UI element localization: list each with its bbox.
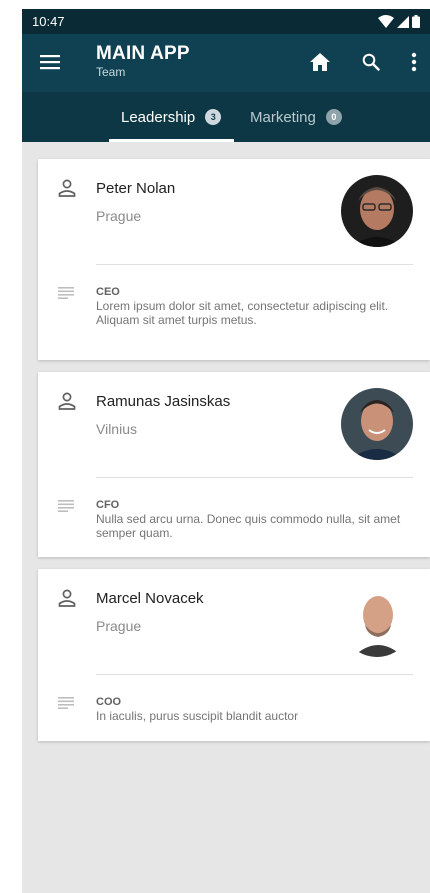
app-subtitle: Team: [96, 65, 126, 79]
app-bar: MAIN APP Team: [22, 34, 430, 92]
avatar: [341, 388, 413, 460]
person-name: Marcel Novacek: [96, 590, 204, 607]
wifi-icon: [378, 15, 394, 28]
person-card[interactable]: Peter Nolan Prague CEO Lorem ipsum dolor…: [38, 159, 430, 360]
card-divider: [96, 477, 413, 478]
person-role: CFO: [96, 499, 120, 511]
device-screen: 10:47 MAIN APP Team Leadership 3 Marketi…: [22, 9, 430, 893]
person-icon: [58, 179, 76, 197]
avatar: [341, 175, 413, 247]
tab-leadership[interactable]: Leadership 3: [121, 92, 222, 142]
more-options-button[interactable]: [408, 50, 420, 74]
tab-indicator: [109, 139, 234, 142]
person-icon: [58, 589, 76, 607]
person-description: Nulla sed arcu urna. Donec quis commodo …: [96, 512, 401, 540]
status-time: 10:47: [32, 14, 65, 29]
person-card[interactable]: Marcel Novacek Prague COO In iaculis, pu…: [38, 569, 430, 741]
person-icon: [58, 392, 76, 410]
search-button[interactable]: [359, 50, 383, 74]
home-button[interactable]: [308, 50, 332, 74]
signal-icon: [397, 15, 409, 28]
battery-icon: [412, 15, 420, 28]
search-icon: [362, 53, 380, 71]
tab-leadership-label: Leadership: [121, 108, 196, 126]
menu-button[interactable]: [40, 52, 60, 72]
tab-marketing-label: Marketing: [250, 108, 316, 126]
notes-icon: [58, 697, 74, 709]
tab-bar: Leadership 3 Marketing 0: [22, 92, 430, 142]
notes-icon: [58, 500, 74, 512]
person-city: Prague: [96, 618, 142, 634]
person-role: CEO: [96, 286, 120, 298]
home-icon: [310, 53, 330, 71]
person-name: Ramunas Jasinskas: [96, 393, 231, 410]
tab-marketing[interactable]: Marketing 0: [250, 92, 342, 142]
app-title: MAIN APP: [96, 43, 190, 64]
more-vert-icon: [411, 52, 417, 72]
card-divider: [96, 264, 413, 265]
person-name: Peter Nolan: [96, 180, 176, 197]
tab-leadership-count: 3: [205, 109, 222, 125]
person-description: Lorem ipsum dolor sit amet, consectetur …: [96, 299, 389, 327]
app-titles: MAIN APP Team: [96, 43, 190, 80]
person-role: COO: [96, 696, 122, 708]
menu-icon: [40, 55, 60, 70]
person-description: In iaculis, purus suscipit blandit aucto…: [96, 709, 299, 723]
person-city: Vilnius: [96, 421, 137, 437]
tab-marketing-count: 0: [325, 109, 342, 125]
avatar: [341, 585, 413, 657]
person-card[interactable]: Ramunas Jasinskas Vilnius CFO Nulla sed …: [38, 372, 430, 557]
status-icons: [378, 15, 420, 28]
person-city: Prague: [96, 208, 142, 224]
status-bar: 10:47: [22, 9, 430, 34]
notes-icon: [58, 287, 74, 299]
card-divider: [96, 674, 413, 675]
